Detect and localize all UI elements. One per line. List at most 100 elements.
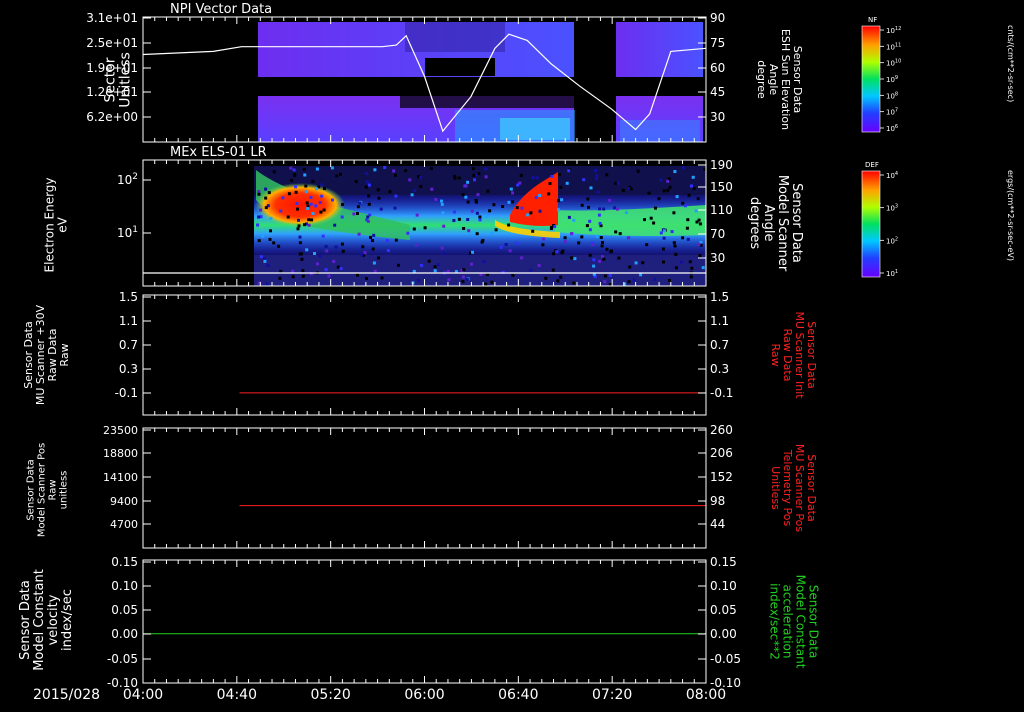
heatmap-pixel: [567, 169, 571, 173]
heatmap-pixel: [624, 211, 628, 215]
heatmap-pixel: [672, 211, 676, 215]
heatmap-pixel: [325, 249, 329, 253]
y-axis-title-line: Electron Energy: [43, 177, 57, 272]
heatmap-pixel: [685, 226, 689, 230]
y2-tick-label: 1.1: [710, 314, 729, 328]
heatmap-pixel: [652, 221, 656, 225]
heatmap-pixel: [388, 190, 392, 194]
colorbar-ticks: 104 103 102 101: [880, 171, 898, 278]
heatmap-pixel: [490, 280, 494, 284]
heatmap-pixel: [441, 211, 445, 215]
heatmap-pixel: [367, 202, 371, 206]
heatmap-pixel: [585, 224, 589, 228]
heatmap-pixel: [494, 228, 498, 232]
heatmap-pixel: [602, 257, 606, 261]
heatmap-pixel: [550, 225, 554, 229]
y2-tick-label: 0.10: [710, 579, 737, 593]
y-tick-label: -0.1: [115, 386, 138, 400]
heatmap-pixel: [414, 243, 418, 247]
heatmap-pixel: [598, 207, 602, 211]
heatmap-pixel: [507, 223, 511, 227]
heatmap-pixel: [430, 187, 434, 191]
heatmap-pixel: [605, 247, 609, 251]
heatmap-pixel: [361, 245, 365, 249]
heatmap-pixel: [464, 184, 468, 188]
heatmap-pixel: [307, 223, 311, 227]
heatmap-gap: [400, 96, 574, 108]
heatmap-pixel: [357, 232, 361, 236]
colorbar-tick-label: 107: [886, 108, 898, 117]
y2-tick-label: 45: [710, 85, 725, 99]
heatmap-pixel: [281, 196, 285, 200]
heatmap-pixel: [311, 179, 315, 183]
y-tick-label: 0.15: [111, 555, 138, 569]
heatmap-pixel: [618, 232, 622, 236]
heatmap-pixel: [563, 236, 567, 240]
heatmap-pixel: [279, 209, 283, 213]
heatmap-pixel: [597, 213, 601, 217]
y-axis-title-line: index/sec: [60, 589, 75, 651]
heatmap-pixel: [429, 166, 433, 170]
heatmap-pixel: [591, 243, 595, 247]
y2-tick-label: 152: [710, 470, 733, 484]
y-axis-title-line: Model Scanner Pos: [37, 443, 48, 537]
heatmap-pixel: [698, 254, 702, 258]
y-axis-title-line: Sector: [103, 57, 119, 102]
time-tick-label: 06:00: [404, 687, 444, 703]
heatmap-pixel: [365, 172, 369, 175]
y2-tick-label: 260: [710, 423, 733, 437]
heatmap-pixel: [563, 240, 567, 244]
y2-axis-title: Sensor DataMU Scanner PosTelemetry PosUn…: [769, 444, 818, 533]
els-heatmap: [254, 166, 707, 286]
plot-canvas: NPI Vector Data MEx ELS-01 LR 3.1e+012.5…: [18, 2, 1015, 703]
heatmap-pixel: [577, 241, 581, 245]
heatmap-pixel: [334, 245, 338, 249]
heatmap-pixel: [292, 168, 296, 172]
heatmap-pixel: [488, 209, 492, 213]
heatmap-pixel: [410, 193, 414, 197]
heatmap-pixel: [369, 235, 372, 239]
colorbar-def: DEF 104 103 102 101 ergs/(cm**2-sr-sec-eV): [861, 161, 1015, 278]
y2-tick-label: 0.15: [710, 555, 737, 569]
colorbar-gradient: [861, 25, 881, 133]
heatmap-pixel: [588, 228, 592, 232]
heatmap-pixel: [559, 185, 563, 189]
colorbar-tick-label: 103: [886, 204, 898, 213]
heatmap-pixel: [473, 178, 476, 182]
heatmap-pixel: [520, 256, 524, 260]
heatmap-pixel: [553, 225, 557, 228]
y-axis-title-line: Model Constant: [32, 569, 47, 671]
heatmap-pixel: [372, 233, 376, 237]
heatmap-pixel: [509, 187, 513, 191]
heatmap-pixel: [471, 250, 474, 254]
time-tick-label: 08:00: [686, 687, 726, 703]
heatmap-pixel: [595, 173, 599, 177]
colorbar-tick-label: 101: [886, 269, 898, 278]
heatmap-pixel: [484, 175, 488, 179]
y2-tick-label: 75: [710, 36, 725, 50]
heatmap-pixel: [269, 229, 272, 233]
heatmap-pixel: [531, 176, 535, 180]
heatmap-pixel: [516, 183, 520, 187]
heatmap-pixel: [526, 213, 530, 217]
y-tick-label: 9400: [110, 495, 138, 508]
heatmap-pixel: [301, 274, 305, 278]
heatmap-pixel: [440, 246, 444, 250]
heatmap-pixel: [594, 168, 597, 172]
y2-axis-title-line: index/sec**2: [768, 583, 782, 660]
heatmap-pixel: [335, 174, 339, 178]
heatmap-pixel: [298, 241, 302, 245]
y2-tick-label: 30: [710, 251, 725, 265]
heatmap-pixel: [470, 209, 474, 213]
heatmap-pixel: [420, 264, 424, 267]
heatmap-pixel: [363, 251, 367, 255]
y2-axis-title: Sensor DataESH Sun ElevationAngledegree: [755, 29, 804, 130]
y2-axis-title-line: Raw: [769, 343, 782, 366]
y2-axis-title-line: Model Scanner: [775, 175, 790, 272]
y2-tick-label: 150: [710, 180, 733, 194]
heatmap-pixel: [511, 200, 515, 204]
y2-tick-label: 70: [710, 227, 725, 241]
y-tick-label: 102: [117, 172, 138, 187]
heatmap-pixel: [484, 214, 488, 218]
heatmap-pixel: [315, 187, 319, 191]
